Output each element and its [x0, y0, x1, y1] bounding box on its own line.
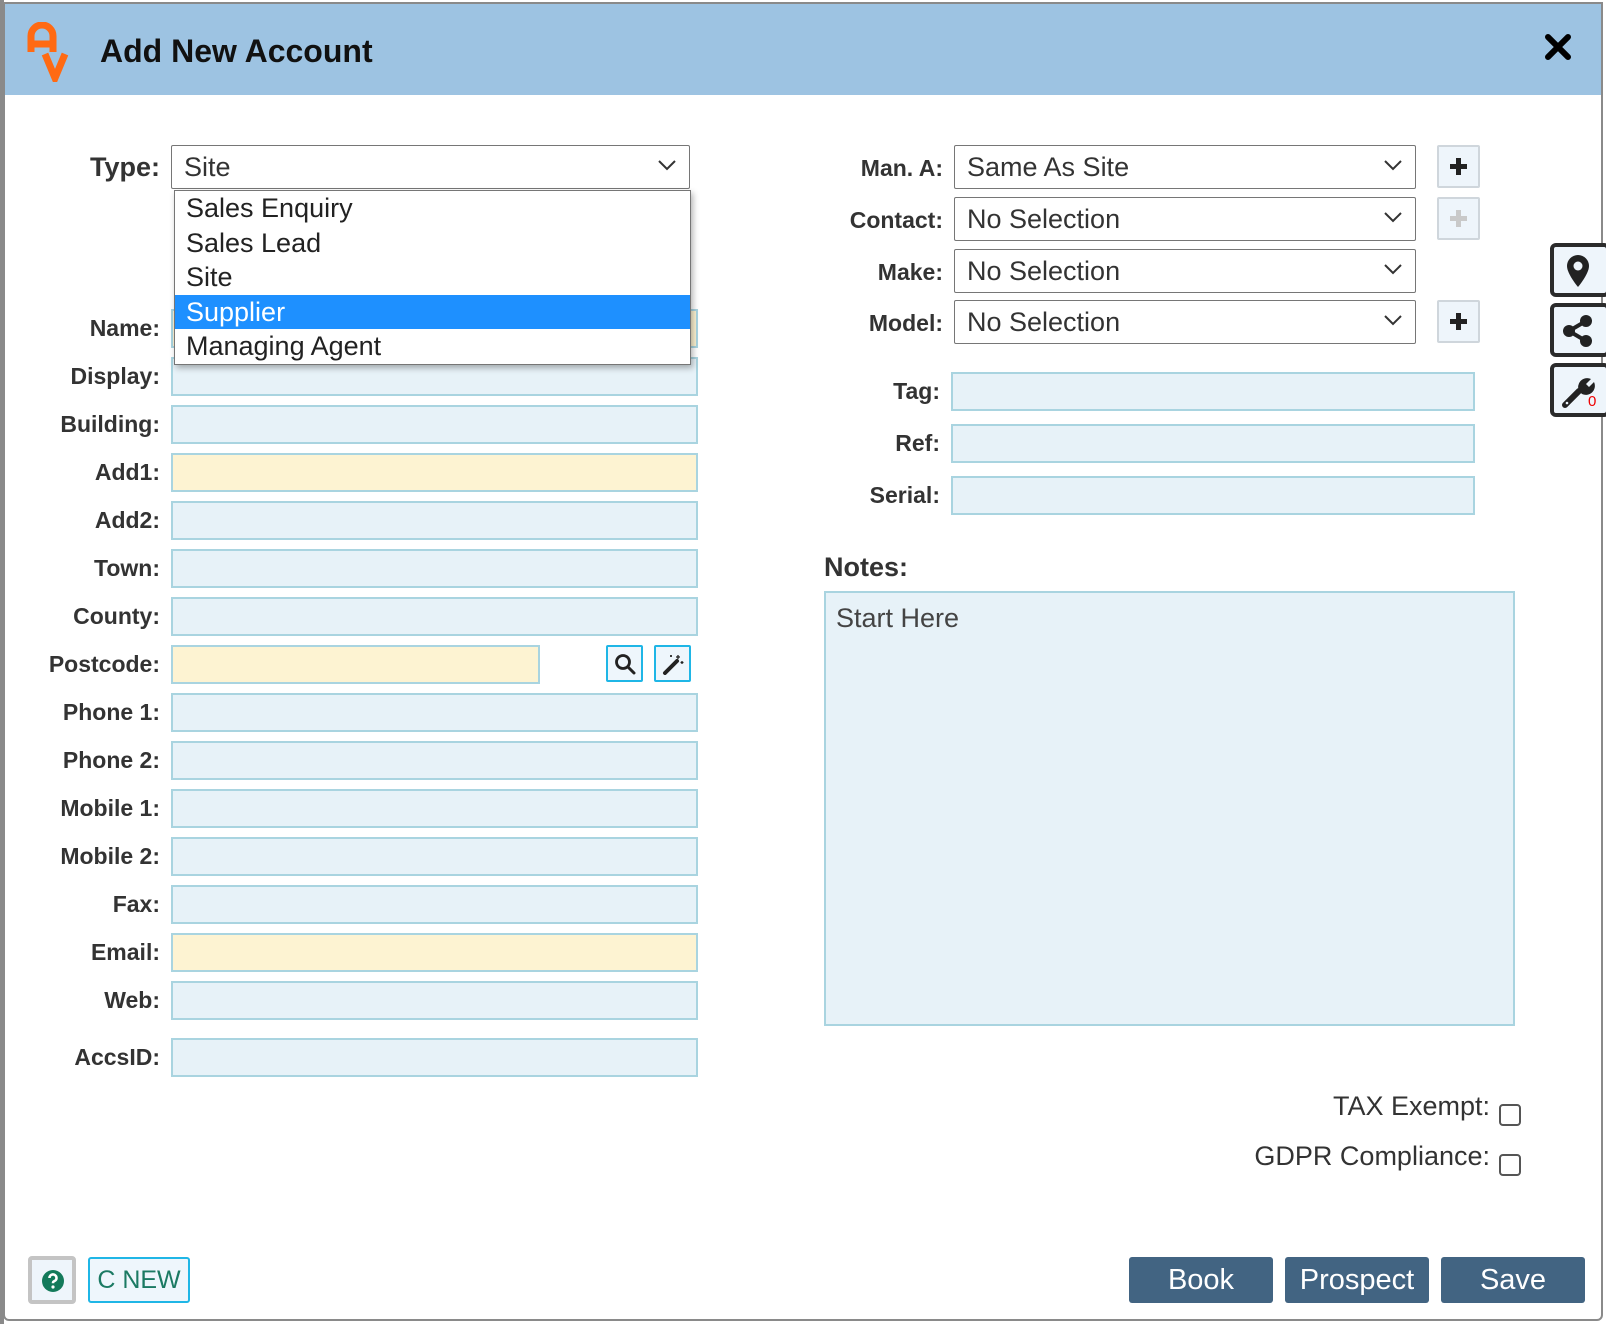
plus-icon	[1450, 158, 1467, 175]
side-tab-tools[interactable]: 0	[1550, 363, 1606, 417]
search-icon	[615, 654, 636, 675]
tag-label: Tag:	[893, 378, 940, 404]
type-dropdown-list: Sales Enquiry Sales Lead Site Supplier M…	[174, 190, 691, 365]
type-select-value: Site	[184, 152, 231, 182]
c-new-button[interactable]: C NEW	[88, 1257, 190, 1303]
av-logo-icon	[27, 22, 69, 82]
email-input[interactable]	[171, 933, 698, 972]
building-input[interactable]	[171, 405, 698, 444]
add1-input[interactable]	[171, 453, 698, 492]
book-button[interactable]: Book	[1129, 1257, 1273, 1303]
question-circle-icon	[42, 1270, 64, 1292]
chevron-down-icon	[658, 160, 676, 171]
chevron-down-icon	[1384, 264, 1402, 275]
postcode-label: Postcode:	[48, 651, 160, 677]
postcode-autofill-button[interactable]	[654, 645, 691, 682]
tools-count-badge: 0	[1588, 393, 1597, 410]
make-label: Make:	[877, 259, 943, 285]
fax-label: Fax:	[112, 891, 160, 917]
map-marker-icon	[1567, 255, 1589, 287]
share-icon	[1563, 315, 1592, 347]
type-option-supplier[interactable]: Supplier	[175, 294, 690, 329]
chevron-down-icon	[1384, 160, 1402, 171]
ref-label: Ref:	[895, 430, 940, 456]
contact-select-value: No Selection	[967, 204, 1121, 234]
county-input[interactable]	[171, 597, 698, 636]
side-tab-location[interactable]	[1550, 243, 1606, 297]
accsid-label: AccsID:	[74, 1044, 160, 1070]
mobile-1-label: Mobile 1:	[60, 795, 160, 821]
side-tab-share[interactable]	[1550, 303, 1606, 357]
dialog-title: Add New Account	[100, 33, 373, 69]
tax-exempt-label: TAX Exempt:	[1332, 1091, 1490, 1121]
plus-icon	[1450, 313, 1467, 330]
serial-input[interactable]	[951, 476, 1475, 515]
town-label: Town:	[94, 555, 160, 581]
plus-icon	[1450, 210, 1467, 227]
type-label: Type:	[89, 152, 160, 182]
phone-1-label: Phone 1:	[62, 699, 160, 725]
phone-2-input[interactable]	[171, 741, 698, 780]
building-label: Building:	[60, 411, 160, 437]
web-input[interactable]	[171, 981, 698, 1020]
town-input[interactable]	[171, 549, 698, 588]
email-label: Email:	[90, 939, 160, 965]
add-contact-button[interactable]	[1437, 197, 1480, 240]
add2-input[interactable]	[171, 501, 698, 540]
prospect-button[interactable]: Prospect	[1285, 1257, 1429, 1303]
mobile-1-input[interactable]	[171, 789, 698, 828]
chevron-down-icon	[1384, 212, 1402, 223]
man-a-select[interactable]: Same As Site	[954, 145, 1416, 189]
tax-exempt-checkbox[interactable]	[1499, 1104, 1521, 1126]
type-select[interactable]: Site	[171, 145, 690, 189]
chevron-down-icon	[1384, 315, 1402, 326]
close-icon[interactable]	[1541, 30, 1575, 64]
contact-select[interactable]: No Selection	[954, 197, 1416, 241]
model-select-value: No Selection	[967, 307, 1121, 337]
tag-input[interactable]	[951, 372, 1475, 411]
notes-label: Notes:	[824, 552, 909, 582]
accsid-input[interactable]	[171, 1038, 698, 1077]
gdpr-compliance-checkbox[interactable]	[1499, 1154, 1521, 1176]
name-label: Name:	[89, 315, 160, 341]
postcode-input[interactable]	[171, 645, 540, 684]
postcode-search-button[interactable]	[606, 645, 643, 682]
mobile-2-label: Mobile 2:	[60, 843, 160, 869]
phone-1-input[interactable]	[171, 693, 698, 732]
save-button[interactable]: Save	[1441, 1257, 1585, 1303]
phone-2-label: Phone 2:	[62, 747, 160, 773]
ref-input[interactable]	[951, 424, 1475, 463]
add1-label: Add1:	[94, 459, 160, 485]
county-label: County:	[73, 603, 160, 629]
add-account-dialog: Add New Account Type: Site Name: Display:…	[3, 2, 1603, 1321]
serial-label: Serial:	[869, 482, 940, 508]
add-model-button[interactable]	[1437, 300, 1480, 343]
help-button[interactable]	[28, 1256, 76, 1304]
man-a-label: Man. A:	[860, 155, 943, 181]
type-option-sales-lead[interactable]: Sales Lead	[175, 226, 690, 261]
display-label: Display:	[70, 363, 160, 389]
web-label: Web:	[104, 987, 160, 1013]
add2-label: Add2:	[94, 507, 160, 533]
type-option-managing-agent[interactable]: Managing Agent	[175, 329, 690, 364]
contact-label: Contact:	[849, 207, 943, 233]
make-select-value: No Selection	[967, 256, 1121, 286]
type-option-sales-enquiry[interactable]: Sales Enquiry	[175, 191, 690, 226]
type-option-site[interactable]: Site	[175, 260, 690, 295]
make-select[interactable]: No Selection	[954, 249, 1416, 293]
dialog-header: Add New Account	[5, 4, 1601, 95]
fax-input[interactable]	[171, 885, 698, 924]
magic-wand-icon	[663, 655, 684, 675]
man-a-select-value: Same As Site	[967, 152, 1130, 182]
add-man-a-button[interactable]	[1437, 145, 1480, 188]
notes-textarea[interactable]: Start Here	[824, 591, 1515, 1026]
mobile-2-input[interactable]	[171, 837, 698, 876]
model-select[interactable]: No Selection	[954, 300, 1416, 344]
gdpr-compliance-label: GDPR Compliance:	[1254, 1141, 1490, 1171]
model-label: Model:	[868, 310, 943, 336]
